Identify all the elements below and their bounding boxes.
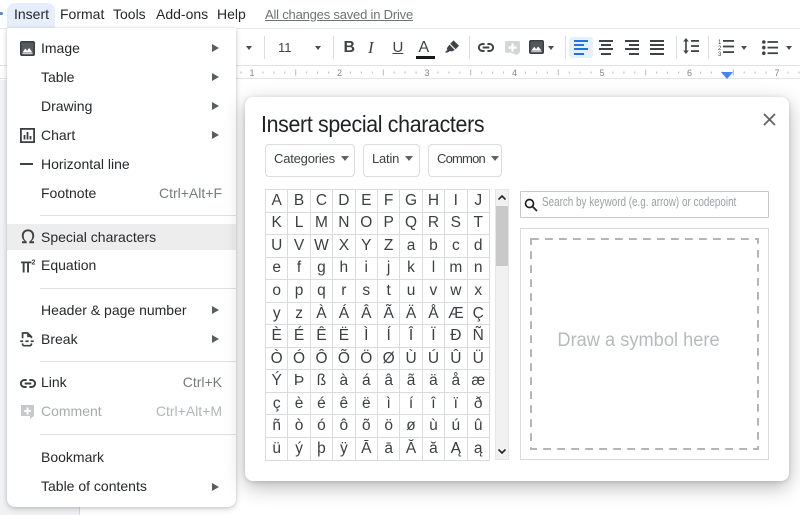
svg-text:3: 3 bbox=[718, 52, 722, 57]
svg-text:4: 4 bbox=[512, 68, 517, 78]
svg-text:3: 3 bbox=[424, 68, 429, 78]
svg-text:6: 6 bbox=[687, 68, 692, 78]
svg-text:2: 2 bbox=[337, 68, 342, 78]
svg-text:2: 2 bbox=[32, 260, 36, 267]
svg-text:1: 1 bbox=[249, 68, 254, 78]
svg-text:5: 5 bbox=[599, 68, 604, 78]
svg-text:7: 7 bbox=[774, 68, 779, 78]
